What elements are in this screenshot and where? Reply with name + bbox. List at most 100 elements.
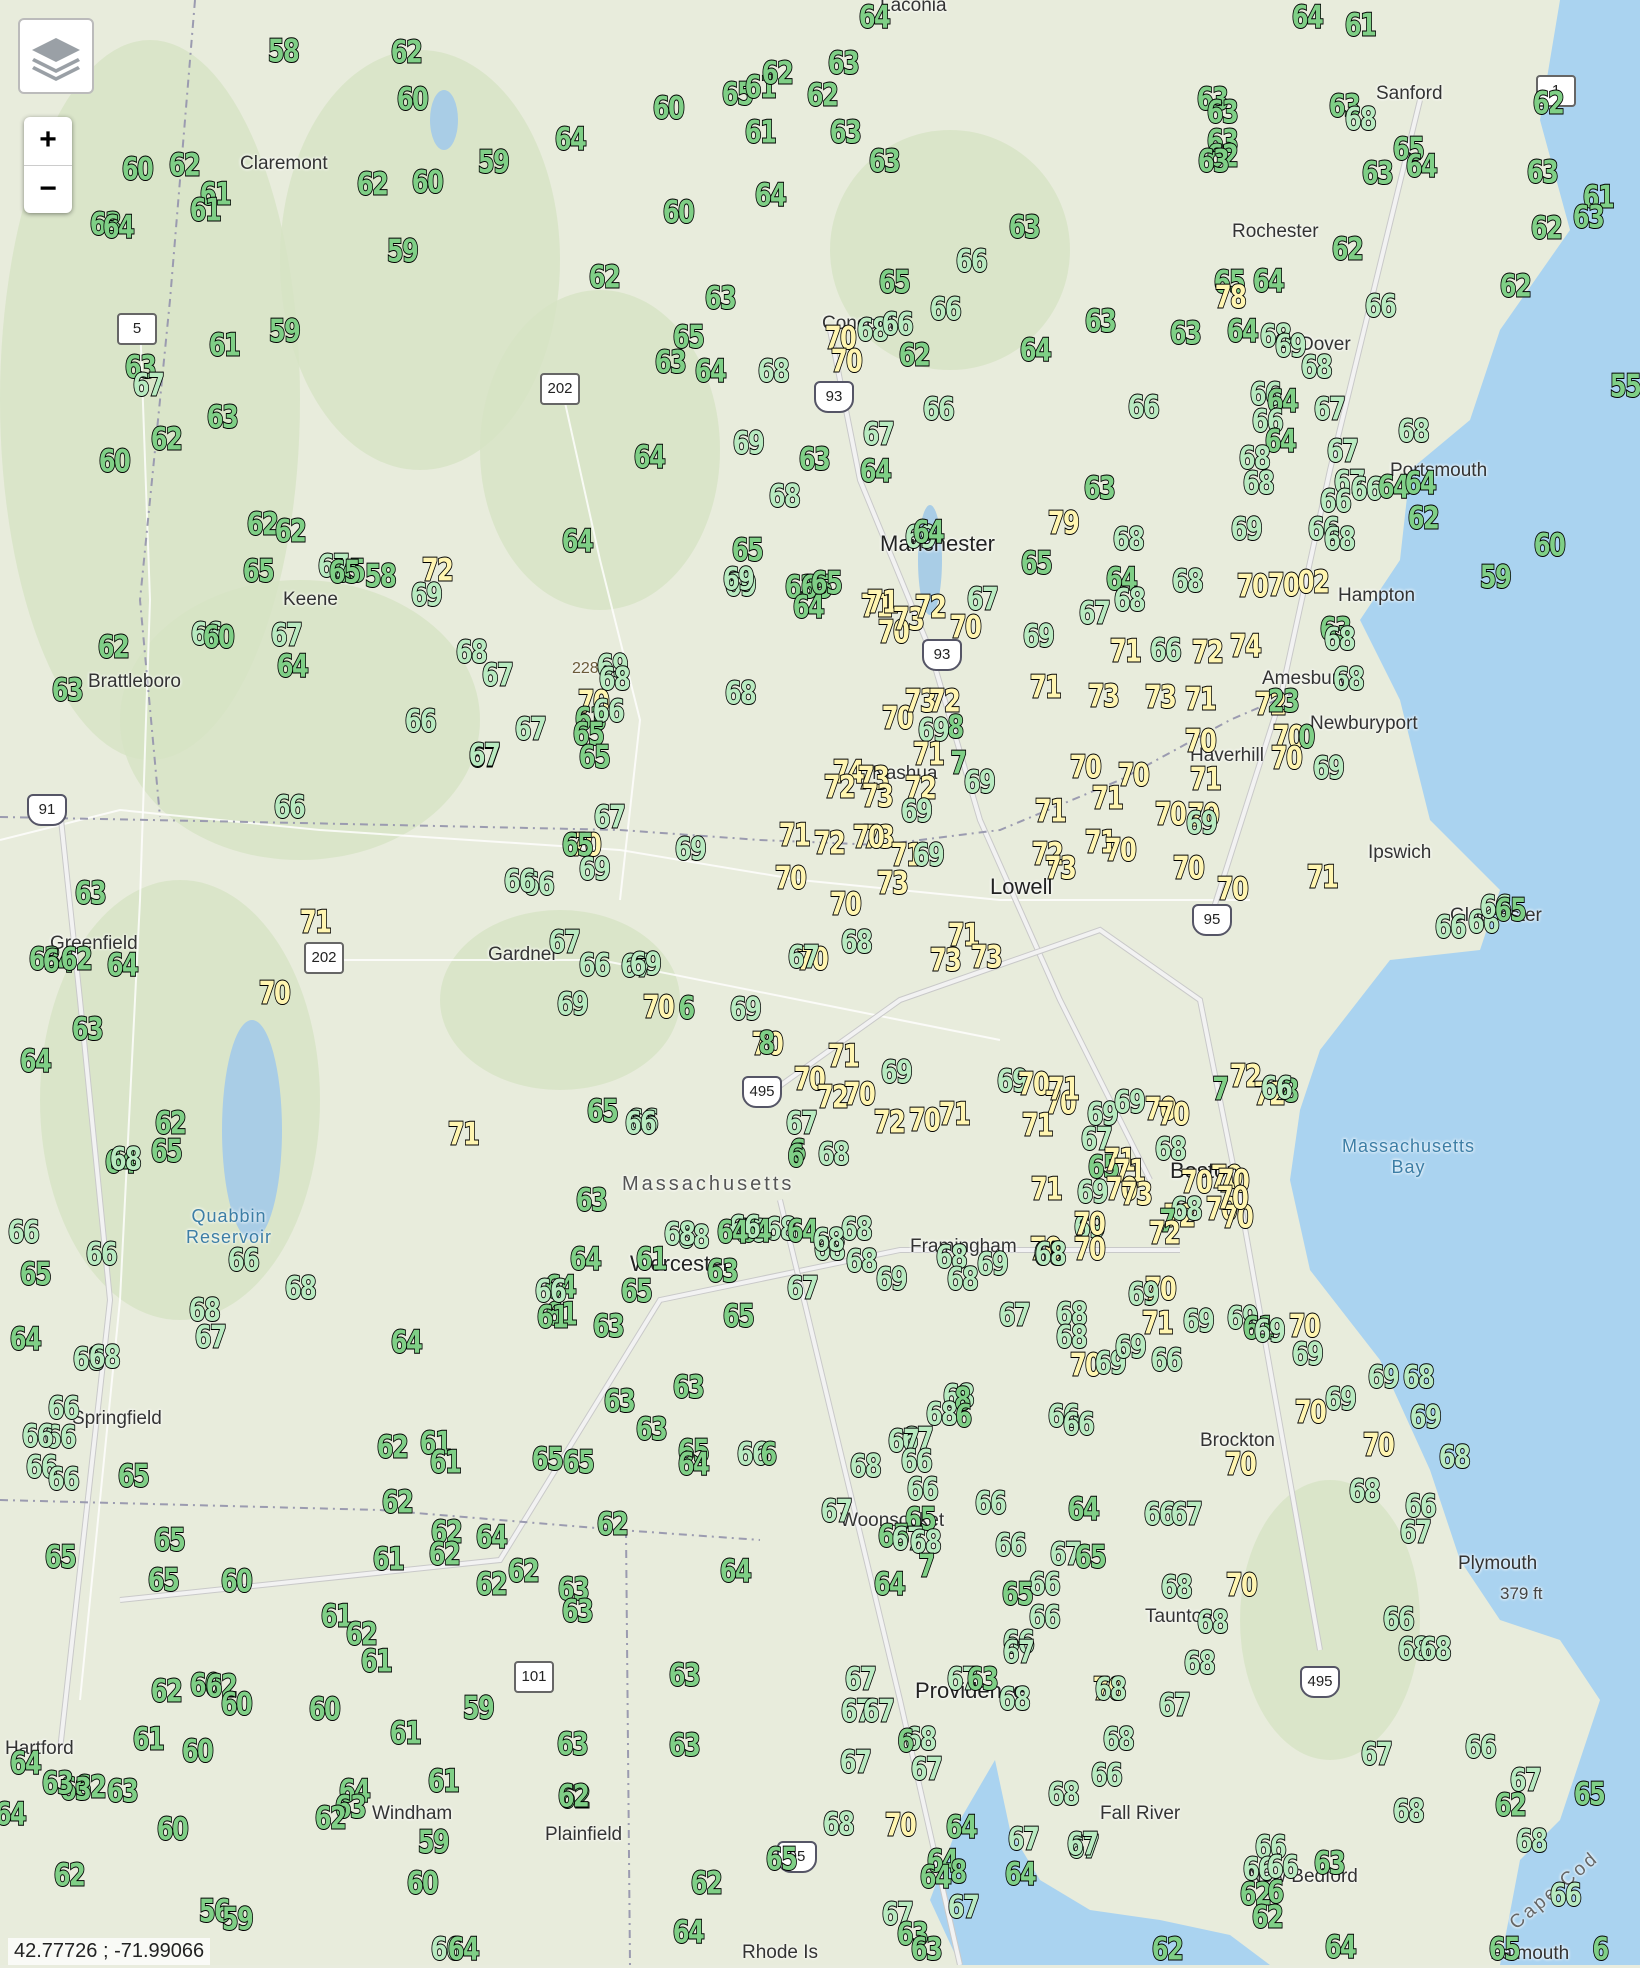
temperature-marker[interactable]: 63 (829, 116, 863, 149)
temperature-marker[interactable]: 68 (1300, 351, 1334, 384)
temperature-marker[interactable]: 64 (0, 1798, 28, 1831)
temperature-marker[interactable]: 64 (677, 1448, 711, 1481)
temperature-marker[interactable]: 71 (1184, 683, 1218, 716)
temperature-marker[interactable]: 63 (51, 674, 85, 707)
temperature-marker[interactable]: 73 (1120, 1178, 1154, 1211)
temperature-marker[interactable]: 69 (1291, 1338, 1325, 1371)
temperature-marker[interactable]: 67 (132, 369, 166, 402)
zoom-out-button[interactable]: − (24, 165, 72, 214)
temperature-marker[interactable]: 66 (1028, 1568, 1062, 1601)
temperature-marker[interactable]: 70 (642, 991, 676, 1024)
temperature-marker[interactable]: 64 (719, 1555, 753, 1588)
temperature-marker[interactable]: 62 (376, 1431, 410, 1464)
temperature-marker[interactable]: 67 (514, 713, 548, 746)
temperature-marker[interactable]: 55 (1609, 370, 1640, 403)
temperature-marker[interactable]: 63 (668, 1729, 702, 1762)
temperature-marker[interactable]: 68 (1160, 1571, 1194, 1604)
temperature-marker[interactable]: 67 (1078, 597, 1112, 630)
temperature-marker[interactable]: 69 (1182, 1305, 1216, 1338)
temperature-marker[interactable]: 68 (1323, 623, 1357, 656)
temperature-marker[interactable]: 63 (706, 1255, 740, 1288)
temperature-marker[interactable]: 69 (729, 993, 763, 1026)
temperature-marker[interactable]: 67 (862, 1695, 896, 1728)
temperature-marker[interactable]: 67 (1066, 1828, 1100, 1861)
temperature-marker[interactable]: 70 (1270, 742, 1304, 775)
temperature-marker[interactable]: 66 (974, 1487, 1008, 1520)
temperature-marker[interactable]: 71 (299, 906, 333, 939)
temperature-marker[interactable]: 60 (411, 166, 445, 199)
temperature-marker[interactable]: 63 (868, 145, 902, 178)
temperature-marker[interactable]: 62 (274, 515, 308, 548)
temperature-marker[interactable]: 64 (1019, 334, 1053, 367)
temperature-marker[interactable]: 66 (1464, 1731, 1498, 1764)
temperature-marker[interactable]: 71 (827, 1040, 861, 1073)
temperature-marker[interactable]: 68 (663, 1218, 697, 1251)
temperature-marker[interactable]: 66 (1062, 1408, 1096, 1441)
temperature-marker[interactable]: 62 (150, 423, 184, 456)
temperature-marker[interactable]: 68 (1419, 1633, 1453, 1666)
temperature-marker[interactable]: 68 (1438, 1441, 1472, 1474)
temperature-marker[interactable]: 63 (561, 1595, 595, 1628)
temperature-marker[interactable]: 64 (106, 949, 140, 982)
temperature-marker[interactable]: 67 (481, 659, 515, 692)
temperature-marker[interactable]: 69 (1127, 1278, 1161, 1311)
temperature-marker[interactable]: 60 (652, 92, 686, 125)
temperature-marker[interactable]: 6 (678, 992, 696, 1025)
temperature-marker[interactable]: 64 (792, 591, 826, 624)
temperature-marker[interactable]: 63 (603, 1385, 637, 1418)
temperature-marker[interactable]: 61 (427, 1765, 461, 1798)
temperature-marker[interactable]: 6 (955, 1400, 973, 1433)
temperature-marker[interactable]: 60 (1533, 529, 1567, 562)
temperature-marker[interactable]: 68 (1102, 1723, 1136, 1756)
temperature-marker[interactable]: 66 (1143, 1498, 1177, 1531)
temperature-marker[interactable]: 69 (875, 1263, 909, 1296)
temperature-marker[interactable]: 67 (1313, 393, 1347, 426)
temperature-marker[interactable]: 68 (1047, 1778, 1081, 1811)
temperature-marker[interactable]: 69 (1367, 1361, 1401, 1394)
temperature-marker[interactable]: 68 (757, 355, 791, 388)
temperature-marker[interactable]: 70 (1017, 1068, 1051, 1101)
temperature-marker[interactable]: 72 (914, 591, 948, 624)
temperature-marker[interactable]: 62 (97, 631, 131, 664)
temperature-marker[interactable]: 68 (724, 677, 758, 710)
temperature-marker[interactable]: 68 (1183, 1647, 1217, 1680)
temperature-marker[interactable]: 65 (620, 1275, 654, 1308)
layers-button[interactable] (18, 18, 94, 94)
temperature-marker[interactable]: 64 (1226, 315, 1260, 348)
temperature-marker[interactable]: 65 (878, 266, 912, 299)
temperature-marker[interactable]: 65 (150, 1135, 184, 1168)
temperature-marker[interactable]: 68 (840, 926, 874, 959)
temperature-marker[interactable]: 68 (1113, 584, 1147, 617)
temperature-marker[interactable]: 68 (1332, 663, 1366, 696)
temperature-marker[interactable]: 67 (862, 418, 896, 451)
temperature-marker[interactable]: 71 (1029, 671, 1063, 704)
temperature-marker[interactable]: 61 (635, 1243, 669, 1276)
temperature-marker[interactable]: 70 (1172, 852, 1206, 885)
temperature-marker[interactable]: 23 (1267, 685, 1301, 718)
temperature-marker[interactable]: 6 (787, 1140, 805, 1173)
temperature-marker[interactable]: 68 (109, 1143, 143, 1176)
temperature-marker[interactable]: 62 (690, 1867, 724, 1900)
temperature-marker[interactable]: 72 (1148, 1217, 1182, 1250)
temperature-marker[interactable]: 63 (668, 1659, 702, 1692)
temperature-marker[interactable]: 72 (813, 827, 847, 860)
temperature-marker[interactable]: 64 (754, 179, 788, 212)
temperature-marker[interactable]: 68 (822, 1808, 856, 1841)
temperature-marker[interactable]: 69 (1022, 620, 1056, 653)
temperature-marker[interactable]: 68 (946, 1263, 980, 1296)
temperature-marker[interactable]: 68 (455, 636, 489, 669)
temperature-marker[interactable]: 65 (328, 556, 362, 589)
temperature-marker[interactable]: 73 (1087, 680, 1121, 713)
temperature-marker[interactable]: 68 (1094, 1673, 1128, 1706)
temperature-marker[interactable]: 62 (1530, 212, 1564, 245)
temperature-marker[interactable]: 68 (1171, 565, 1205, 598)
temperature-marker[interactable]: 70 (1294, 1396, 1328, 1429)
temperature-marker[interactable]: 65 (562, 1446, 596, 1479)
temperature-marker[interactable]: 67 (468, 739, 502, 772)
temperature-marker[interactable]: 64 (859, 455, 893, 488)
temperature-marker[interactable]: 65 (722, 1300, 756, 1333)
temperature-marker[interactable]: 68 (849, 1450, 883, 1483)
temperature-marker[interactable]: 66 (955, 245, 989, 278)
temperature-marker[interactable]: 70 (843, 1078, 877, 1111)
temperature-marker[interactable]: 64 (1291, 1, 1325, 34)
